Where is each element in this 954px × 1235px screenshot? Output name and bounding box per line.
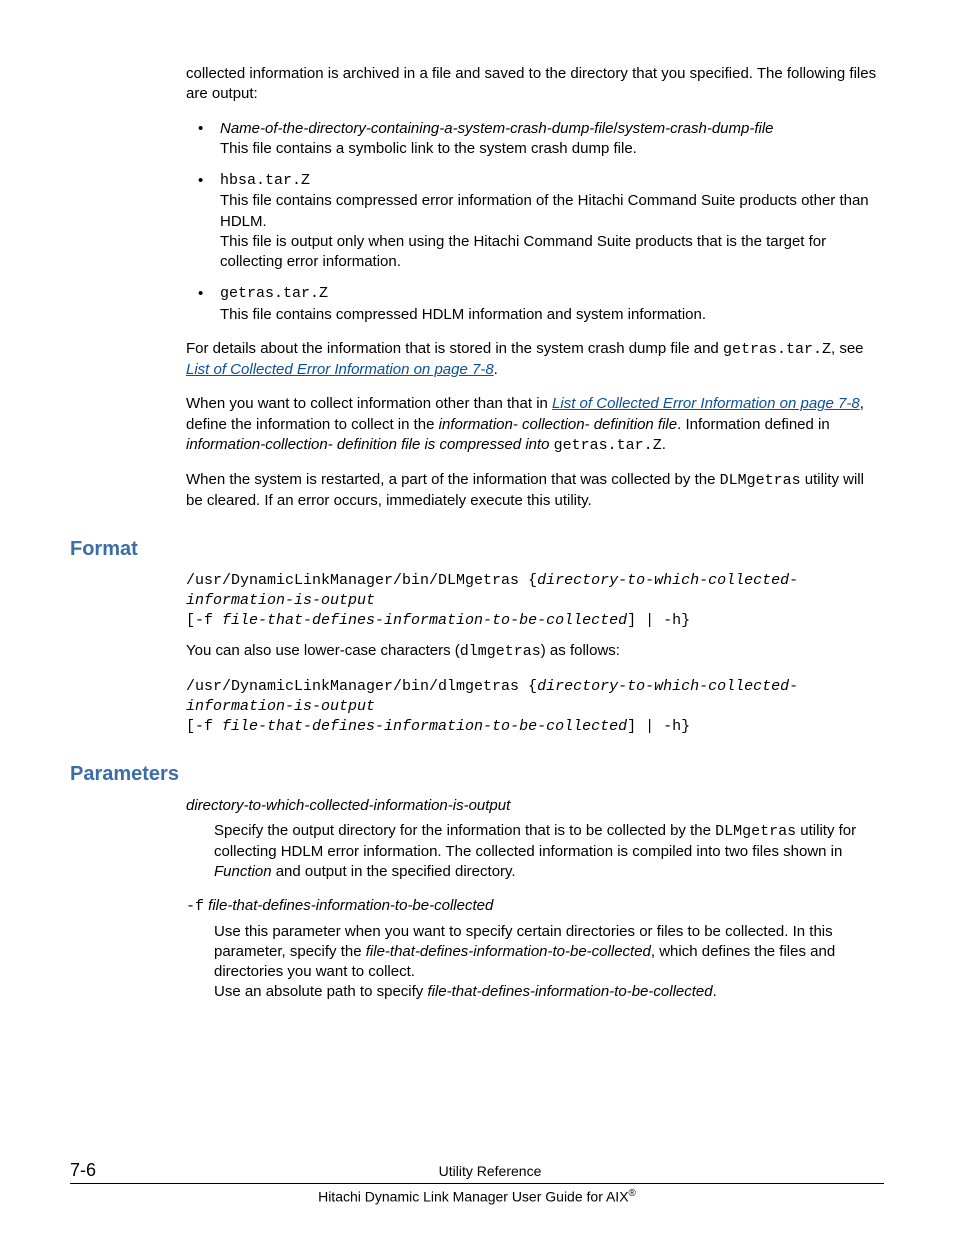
lower-case-note: You can also use lower-case characters (… (186, 641, 884, 662)
emphasis: information-collection- definition file … (186, 436, 554, 453)
cmd: ] | -h} (627, 718, 690, 735)
text: Hitachi Dynamic Link Manager User Guide … (318, 1189, 628, 1205)
text: . Information defined in (677, 416, 830, 433)
code: getras.tar.Z (554, 437, 662, 454)
list-item-title: Name-of-the-directory-containing-a-syste… (220, 119, 884, 139)
file-name: system-crash-dump-file (618, 120, 774, 137)
emphasis: file-that-defines-information-to-be-coll… (366, 943, 651, 960)
param-dd-line: Use this parameter when you want to spec… (214, 922, 884, 983)
arg: file-that-defines-information-to-be-coll… (222, 718, 627, 735)
format-code-2: /usr/DynamicLinkManager/bin/dlmgetras {d… (186, 677, 884, 738)
parameters-heading: Parameters (70, 763, 884, 786)
list-item-desc: This file contains a symbolic link to th… (220, 139, 884, 159)
page-footer: 7-6 Utility Reference Hitachi Dynamic Li… (70, 1160, 884, 1205)
param-dd: Use this parameter when you want to spec… (214, 922, 884, 1003)
text: Use an absolute path to specify (214, 983, 427, 1000)
text: and output in the specified directory. (272, 863, 516, 880)
text: You can also use lower-case characters ( (186, 642, 460, 659)
xref-link[interactable]: List of Collected Error Information on p… (552, 395, 860, 412)
code: DLMgetras (720, 472, 801, 489)
code: getras.tar.Z (723, 341, 831, 358)
list-item-desc: This file contains compressed HDLM infor… (220, 305, 884, 325)
format-heading: Format (70, 538, 884, 561)
collect-other-paragraph: When you want to collect information oth… (186, 394, 884, 456)
list-item-code-title: getras.tar.Z (220, 284, 884, 304)
cmd: ] | -h} (627, 612, 690, 629)
list-item: Name-of-the-directory-containing-a-syste… (186, 119, 884, 160)
list-item-desc: This file is output only when using the … (220, 232, 884, 273)
param-dd-line: Use an absolute path to specify file-tha… (214, 982, 884, 1002)
text: When you want to collect information oth… (186, 395, 552, 412)
arg: file-that-defines-information-to-be-coll… (222, 612, 627, 629)
cmd: /usr/DynamicLinkManager/bin/dlmgetras { (186, 678, 537, 695)
dir-name: Name-of-the-directory-containing-a-syste… (220, 120, 613, 137)
text: . (713, 983, 717, 1000)
code: dlmgetras (460, 643, 541, 660)
text: When the system is restarted, a part of … (186, 471, 720, 488)
text: . (494, 361, 498, 378)
emphasis: information- collection- definition file (439, 416, 677, 433)
text: . (662, 436, 666, 453)
footer-title: Utility Reference (96, 1163, 884, 1179)
param-dt: -f file-that-defines-information-to-be-c… (186, 896, 884, 917)
restart-paragraph: When the system is restarted, a part of … (186, 470, 884, 512)
list-item-code-title: hbsa.tar.Z (220, 171, 884, 191)
list-item: hbsa.tar.Z This file contains compressed… (186, 171, 884, 272)
code: DLMgetras (715, 823, 796, 840)
emphasis: Function (214, 863, 272, 880)
cmd: [-f (186, 718, 222, 735)
list-item-desc: This file contains compressed error info… (220, 191, 884, 232)
details-paragraph: For details about the information that i… (186, 339, 884, 381)
page-number: 7-6 (70, 1160, 96, 1181)
cmd: [-f (186, 612, 222, 629)
cmd: /usr/DynamicLinkManager/bin/DLMgetras { (186, 572, 537, 589)
output-files-list: Name-of-the-directory-containing-a-syste… (186, 119, 884, 325)
format-code-1: /usr/DynamicLinkManager/bin/DLMgetras {d… (186, 571, 884, 632)
xref-link[interactable]: List of Collected Error Information on p… (186, 361, 494, 378)
text: Specify the output directory for the inf… (214, 822, 715, 839)
param-dd: Specify the output directory for the inf… (214, 821, 884, 883)
intro-paragraph: collected information is archived in a f… (186, 64, 884, 105)
list-item: getras.tar.Z This file contains compress… (186, 284, 884, 325)
text: , see (831, 340, 864, 357)
param-dt: directory-to-which-collected-information… (186, 796, 884, 816)
emphasis: file-that-defines-information-to-be-coll… (427, 983, 712, 1000)
emphasis: file-that-defines-information-to-be-coll… (204, 897, 493, 914)
text: ) as follows: (541, 642, 620, 659)
code: -f (186, 898, 204, 915)
footer-subtitle: Hitachi Dynamic Link Manager User Guide … (70, 1188, 884, 1205)
registered-icon: ® (629, 1188, 636, 1199)
text: For details about the information that i… (186, 340, 723, 357)
